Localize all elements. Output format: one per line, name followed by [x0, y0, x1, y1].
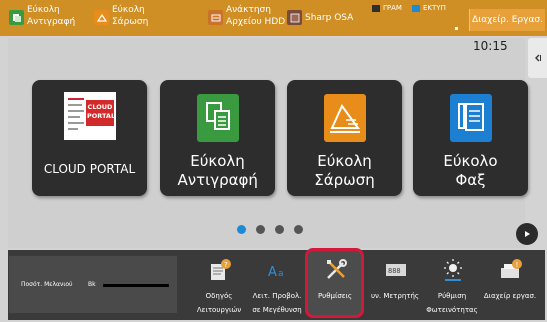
- tile-label: Εύκολο Φαξ: [413, 152, 528, 190]
- toner-level-bar: [103, 284, 169, 287]
- dock-settings[interactable]: Ρυθμίσεις: [306, 258, 364, 316]
- page-dot-2[interactable]: [256, 225, 265, 234]
- chevron-left-icon: [534, 54, 541, 62]
- tile-easy-scan[interactable]: Εύκολη Σάρωση: [287, 80, 402, 196]
- page-dot-4[interactable]: [294, 225, 303, 234]
- indicator-print: ΕΚΤΥΠ: [412, 4, 446, 12]
- svg-text:?: ?: [224, 261, 228, 269]
- tile-easy-copy[interactable]: Εύκολη Αντιγραφή: [160, 80, 275, 196]
- shortcut-sharp-osa[interactable]: Sharp OSA: [287, 3, 375, 33]
- page-dot-1[interactable]: [237, 225, 246, 234]
- tile-label: Εύκολη Αντιγραφή: [160, 152, 275, 190]
- tile-cloud-portal[interactable]: CLOUD PORTAL CLOUD PORTAL: [32, 80, 147, 196]
- tile-label-text: Εύκολο Φαξ: [443, 152, 498, 189]
- operation-guide-icon: ?: [211, 259, 231, 280]
- tile-label-text: Εύκολη Αντιγραφή: [177, 152, 258, 189]
- settings-icon: [327, 259, 347, 279]
- shortcut-easy-scan[interactable]: Εύκολη Σάρωση: [94, 3, 172, 33]
- shortcut-label: Εύκολη Αντιγραφή: [27, 5, 76, 27]
- scan-icon: [94, 10, 109, 25]
- play-arrow-icon: [525, 231, 530, 237]
- tile-easy-fax[interactable]: Εύκολο Φαξ: [413, 80, 528, 196]
- job-status-icon: !: [501, 259, 522, 278]
- svg-text:A: A: [268, 265, 277, 280]
- dock-job-status[interactable]: ! Διαχείρ εργασ.: [481, 258, 539, 316]
- cloud-portal-logo-text: CLOUD PORTAL: [87, 103, 116, 120]
- indicator-label: ΕΚΤΥΠ: [423, 4, 446, 12]
- dock-operation-guide[interactable]: ? Οδηγός Λειτουργιών: [190, 258, 248, 316]
- next-page-button[interactable]: [516, 223, 538, 245]
- tile-label: CLOUD PORTAL: [43, 162, 136, 176]
- dock-label-line1: Διαχείρ εργασ.: [483, 292, 537, 300]
- shortcut-hdd-retrieve[interactable]: Ανάκτηση Αρχείου HDD: [208, 3, 296, 33]
- copy-icon: [9, 10, 24, 25]
- shortcut-label: Ανάκτηση Αρχείου HDD: [226, 5, 286, 27]
- easy-fax-icon: [450, 94, 492, 142]
- svg-text:a: a: [278, 269, 284, 279]
- sharp-osa-icon: [287, 10, 302, 25]
- toner-color-code: Bk: [88, 281, 96, 288]
- enlarge-display-icon: A a: [268, 265, 284, 280]
- brightness-icon: [444, 259, 462, 281]
- total-count-icon: 888: [386, 264, 406, 276]
- toner-label: Ποσότ. Μελανιού: [21, 281, 73, 288]
- touch-panel-screen: Εύκολη Αντιγραφή Εύκολη Σάρωση Ανάκτηση …: [0, 0, 547, 322]
- clock: 10:15: [473, 39, 508, 53]
- indicator-label: ΓΡΑΜ: [383, 4, 402, 12]
- page-dot-3[interactable]: [275, 225, 284, 234]
- indicator-data: ΓΡΑΜ: [372, 4, 402, 12]
- dock-item-label: Διαχείρ εργασ.: [475, 289, 545, 303]
- hdd-retrieve-icon: [208, 10, 223, 25]
- dock-enlarge-display[interactable]: A a Λειτ. Προβολ. σε Μεγέθυνση: [248, 258, 306, 316]
- svg-text:!: !: [516, 261, 519, 269]
- shortcut-label: Sharp OSA: [305, 13, 354, 23]
- indicator-print-lamp: [412, 4, 420, 12]
- status-dot: [455, 27, 458, 30]
- tile-label-text: Εύκολη Σάρωση: [314, 152, 375, 189]
- side-panel-tab[interactable]: [528, 38, 547, 78]
- tile-label: Εύκολη Σάρωση: [287, 152, 402, 190]
- dock-label-line2: Φωτεινότητας: [426, 306, 478, 314]
- shortcut-label: Εύκολη Σάρωση: [112, 5, 149, 27]
- page-indicator: [237, 225, 313, 234]
- job-status-button[interactable]: Διαχείρ. Εργασ.: [469, 9, 545, 31]
- svg-text:888: 888: [388, 267, 401, 275]
- cloud-portal-icon: CLOUD PORTAL: [64, 92, 116, 140]
- dock-total-count[interactable]: 888 υν. Μετρητής: [366, 258, 424, 316]
- dock-label-line2: σε Μεγέθυνση: [252, 306, 302, 314]
- shortcut-easy-copy[interactable]: Εύκολη Αντιγραφή: [9, 3, 87, 33]
- dock-brightness[interactable]: Ρύθμιση Φωτεινότητας: [423, 258, 481, 316]
- easy-scan-icon: [324, 94, 366, 142]
- easy-copy-icon: [197, 94, 239, 142]
